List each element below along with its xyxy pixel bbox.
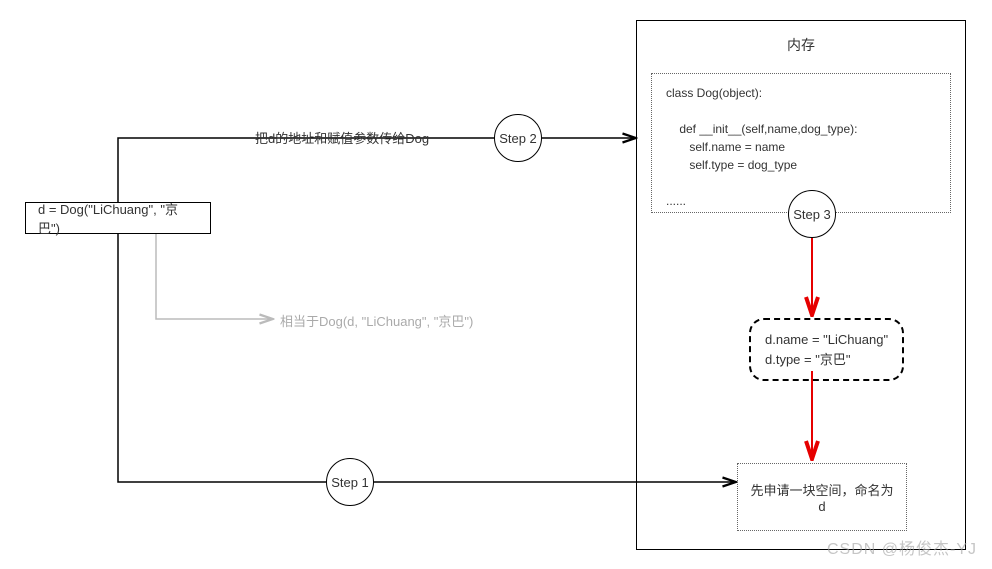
instantiation-box: d = Dog("LiChuang", "京巴") — [25, 202, 211, 234]
memory-title: 内存 — [637, 35, 965, 55]
instantiation-code: d = Dog("LiChuang", "京巴") — [38, 199, 198, 237]
allocate-space-text: 先申请一块空间，命名为d — [750, 483, 893, 514]
result-box: d.name = "LiChuang" d.type = "京巴" — [749, 318, 904, 381]
allocate-space-box: 先申请一块空间，命名为d — [737, 463, 907, 531]
step2-circle: Step 2 — [494, 114, 542, 162]
edge-label-step2: 把d的地址和赋值参数传给Dog — [255, 128, 429, 147]
step3-circle: Step 3 — [788, 190, 836, 238]
edge-label-equivalent: 相当于Dog(d, "LiChuang", "京巴") — [280, 311, 473, 330]
step1-circle: Step 1 — [326, 458, 374, 506]
class-code: class Dog(object): def __init__(self,nam… — [666, 84, 936, 210]
step3-label: Step 3 — [793, 207, 831, 222]
step2-label: Step 2 — [499, 131, 537, 146]
step1-label: Step 1 — [331, 475, 369, 490]
result-code: d.name = "LiChuang" d.type = "京巴" — [765, 330, 888, 369]
memory-panel: 内存 class Dog(object): def __init__(self,… — [636, 20, 966, 550]
